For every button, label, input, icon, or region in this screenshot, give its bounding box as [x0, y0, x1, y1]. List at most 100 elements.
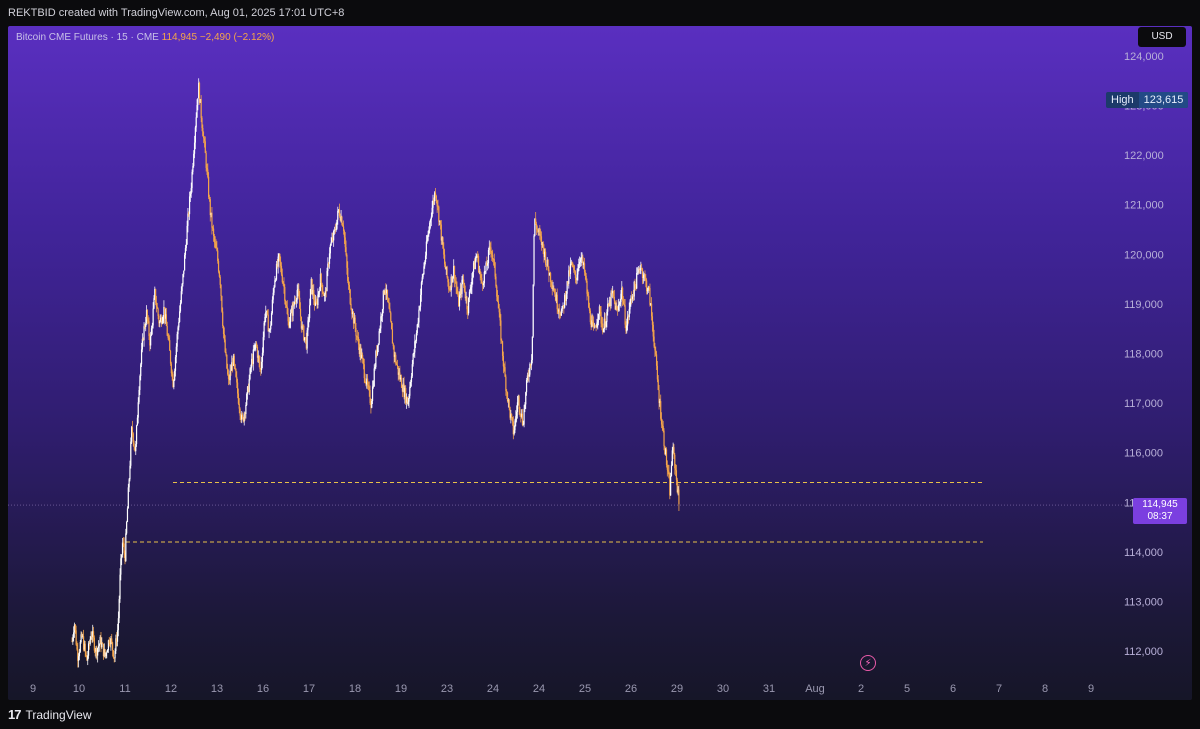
candle-body [200, 99, 202, 118]
y-tick-label: 120,000 [1124, 249, 1164, 261]
lightning-icon[interactable]: ⚡ [860, 655, 876, 671]
currency-button[interactable]: USD [1138, 27, 1186, 47]
candle-body [258, 355, 260, 362]
candle-body [151, 325, 153, 329]
candle-body [554, 292, 556, 294]
candle-body [295, 299, 297, 302]
candle-body [143, 326, 145, 341]
candle-body [181, 283, 183, 292]
candle-body [119, 574, 121, 600]
candle-body [205, 153, 207, 168]
x-tick-label: 8 [1042, 683, 1048, 695]
candle-body [668, 471, 670, 478]
candle-body [273, 286, 275, 293]
candle-body [299, 297, 301, 309]
candle-body [188, 196, 191, 215]
candle-body [92, 631, 95, 638]
candle-body [499, 312, 501, 321]
candle-body [318, 290, 321, 292]
candle-body [93, 637, 95, 651]
candle-body [569, 263, 572, 275]
candle-body [132, 433, 134, 444]
candle-body [224, 339, 226, 353]
candle-body [446, 266, 448, 278]
candle-body [576, 274, 578, 281]
candle-body [249, 368, 251, 380]
candle-body [653, 336, 655, 347]
price-chart[interactable]: 112,000113,000114,000115,000116,000117,0… [8, 26, 1192, 700]
candle-body [272, 292, 274, 300]
candle-body [256, 343, 258, 347]
candle-body [549, 272, 552, 282]
candle-body [468, 291, 471, 298]
candle-body [580, 257, 582, 260]
candle-body [586, 281, 588, 294]
chart-pane[interactable]: 112,000113,000114,000115,000116,000117,0… [8, 26, 1192, 700]
candle-body [453, 266, 456, 281]
candle-body [524, 404, 526, 410]
candle-body [179, 311, 181, 323]
candle-body [504, 367, 506, 377]
candle-body [525, 392, 527, 405]
candle-body [333, 230, 335, 241]
candle-body [671, 450, 673, 466]
x-tick-label: 31 [763, 683, 775, 695]
candle-body [613, 296, 615, 301]
candle-body [589, 310, 591, 323]
candle-body [350, 303, 352, 310]
candle-body [574, 271, 577, 279]
candle-body [162, 317, 164, 321]
candle-body [628, 309, 630, 318]
candle-body [74, 624, 76, 631]
x-tick-label: 9 [1088, 683, 1094, 695]
y-tick-label: 118,000 [1124, 349, 1163, 361]
candle-body [578, 261, 581, 265]
candle-body [471, 278, 473, 288]
candle-body [229, 370, 231, 381]
candle-body [515, 416, 517, 421]
candle-body [270, 325, 272, 330]
x-tick-label: 26 [625, 683, 637, 695]
candle-body [662, 425, 664, 431]
candle-body [421, 277, 423, 283]
candle-body [211, 212, 213, 228]
candle-body [624, 305, 626, 325]
candle-body [487, 263, 489, 266]
candle-body [185, 244, 187, 249]
candle-body [511, 417, 514, 422]
candle-body [511, 414, 513, 418]
candle-body [107, 650, 109, 653]
candle-body [583, 263, 586, 273]
candle-body [356, 336, 358, 337]
x-tick-label: 17 [303, 683, 315, 695]
candle-body [173, 380, 175, 387]
x-tick-label: 24 [533, 683, 545, 695]
candle-body [306, 330, 308, 349]
candle-body [349, 289, 351, 304]
candle-body [169, 350, 172, 364]
candle-body [577, 270, 579, 275]
candle-body [78, 656, 80, 661]
candle-body [419, 306, 421, 310]
candle-body [289, 321, 291, 328]
candle-body [75, 630, 77, 645]
candle-body [156, 306, 158, 309]
candle-body [106, 652, 108, 654]
candle-body [253, 349, 255, 350]
candle-body [523, 409, 525, 425]
candle-body [675, 468, 677, 471]
candle-body [376, 345, 379, 355]
candle-body [183, 270, 185, 275]
candle-body [529, 364, 531, 375]
candle-body [121, 542, 124, 555]
candle-body [111, 638, 113, 643]
candle-body [496, 286, 498, 297]
tradingview-logo-icon[interactable]: 17 [8, 707, 22, 722]
candle-body [157, 308, 159, 316]
candle-body [346, 254, 348, 268]
candle-body [216, 248, 218, 251]
candle-body [268, 330, 270, 332]
candle-body [496, 296, 499, 302]
candle-body [660, 401, 662, 419]
candle-body [135, 444, 137, 452]
